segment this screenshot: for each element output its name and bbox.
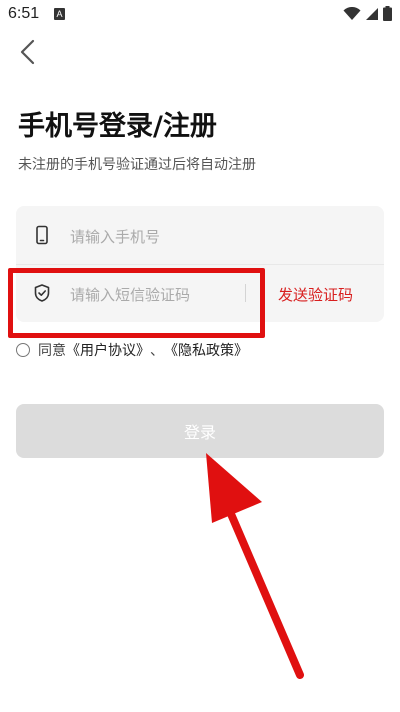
signal-icon [366, 7, 378, 20]
phone-input[interactable]: 请输入手机号 [16, 206, 384, 265]
status-bar: 6:51 A [0, 0, 400, 30]
agreement-prefix: 同意 [38, 343, 66, 359]
back-button[interactable] [16, 38, 40, 66]
page-subtitle: 未注册的手机号验证通过后将自动注册 [18, 157, 256, 173]
phone-placeholder: 请输入手机号 [70, 228, 161, 246]
send-code-button[interactable]: 发送验证码 [278, 284, 353, 305]
agreement-row: 同意 《用户协议》 、 《隐私政策》 [16, 340, 248, 360]
login-button-label: 登录 [183, 423, 216, 442]
user-agreement-link[interactable]: 《用户协议》 [66, 340, 150, 360]
annotation-highlight-box [8, 268, 265, 338]
page-title: 手机号登录/注册 [18, 111, 217, 142]
agreement-separator: 、 [150, 343, 164, 359]
phone-icon [36, 225, 48, 245]
notification-a-icon: A [54, 8, 65, 20]
agreement-radio[interactable] [16, 343, 30, 357]
battery-icon [383, 6, 392, 21]
privacy-policy-link[interactable]: 《隐私政策》 [164, 340, 248, 360]
wifi-icon [343, 6, 361, 20]
login-button[interactable]: 登录 [16, 404, 384, 458]
status-time: 6:51 [8, 5, 40, 22]
chevron-left-icon [20, 39, 35, 65]
status-icons [343, 6, 392, 21]
